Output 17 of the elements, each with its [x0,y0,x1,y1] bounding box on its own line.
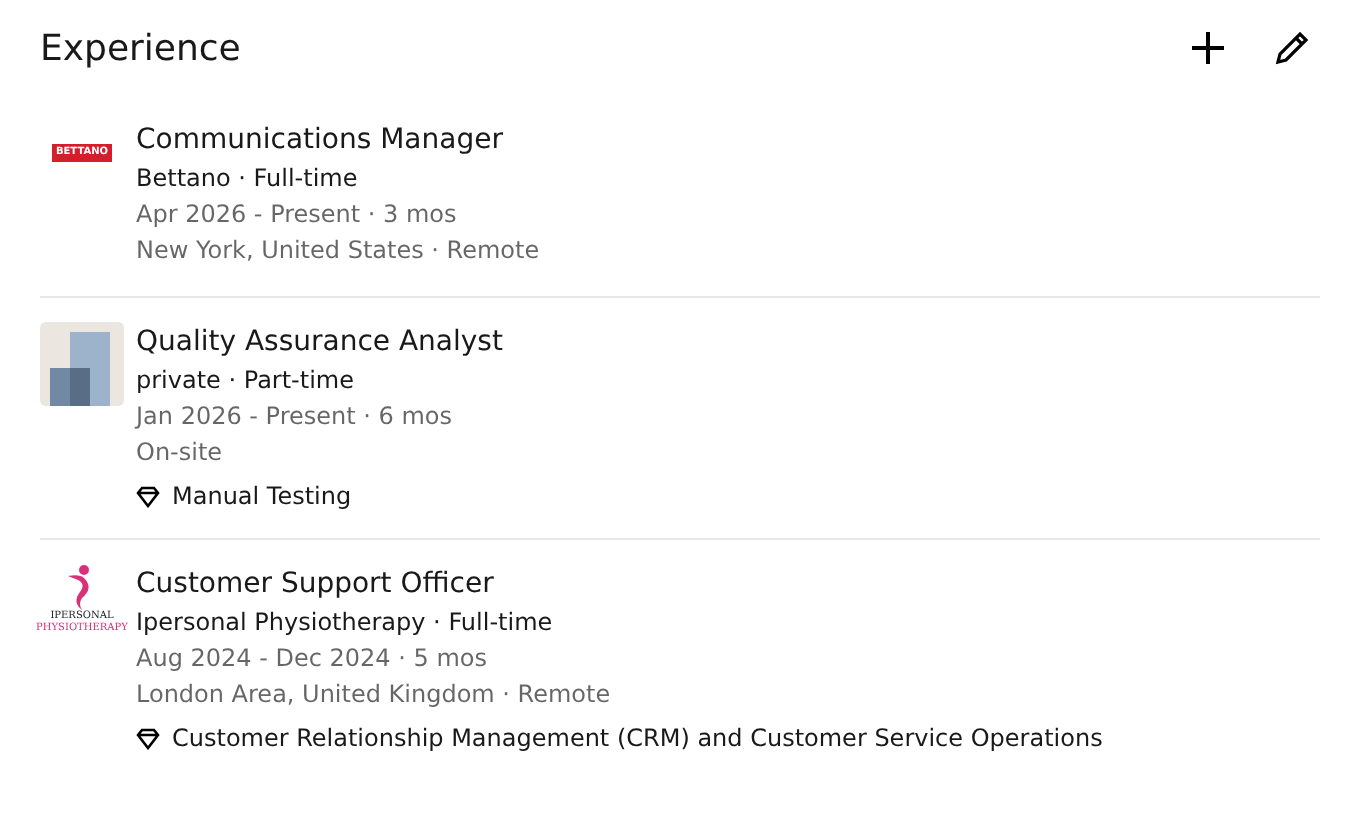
skill-label: Manual Testing [172,482,352,510]
date-range: Aug 2024 - Dec 2024 · 5 mos [136,642,489,676]
date-range: Apr 2026 - Present · 3 mos [136,198,459,232]
diamond-icon [136,485,160,507]
company-name: private · Part-time [136,364,357,398]
section-title: Experience [40,27,241,69]
job-location: On-site [136,436,225,470]
job-location: New York, United States · Remote [136,234,540,268]
job-location: London Area, United Kingdom · Remote [136,678,613,712]
job-title: Customer Support Officer [136,566,496,604]
skill-label: Customer Relationship Management (CRM) and Customer Service Operations [172,724,1103,752]
diamond-icon [136,727,160,749]
job-title: Communications Manager [136,122,505,160]
job-title: Quality Assurance Analyst [136,324,503,362]
company-name: Ipersonal Physiotherapy · Full-time [136,606,555,640]
date-range: Jan 2026 - Present · 6 mos [136,400,455,434]
company-name: Bettano · Full-time [136,162,360,196]
